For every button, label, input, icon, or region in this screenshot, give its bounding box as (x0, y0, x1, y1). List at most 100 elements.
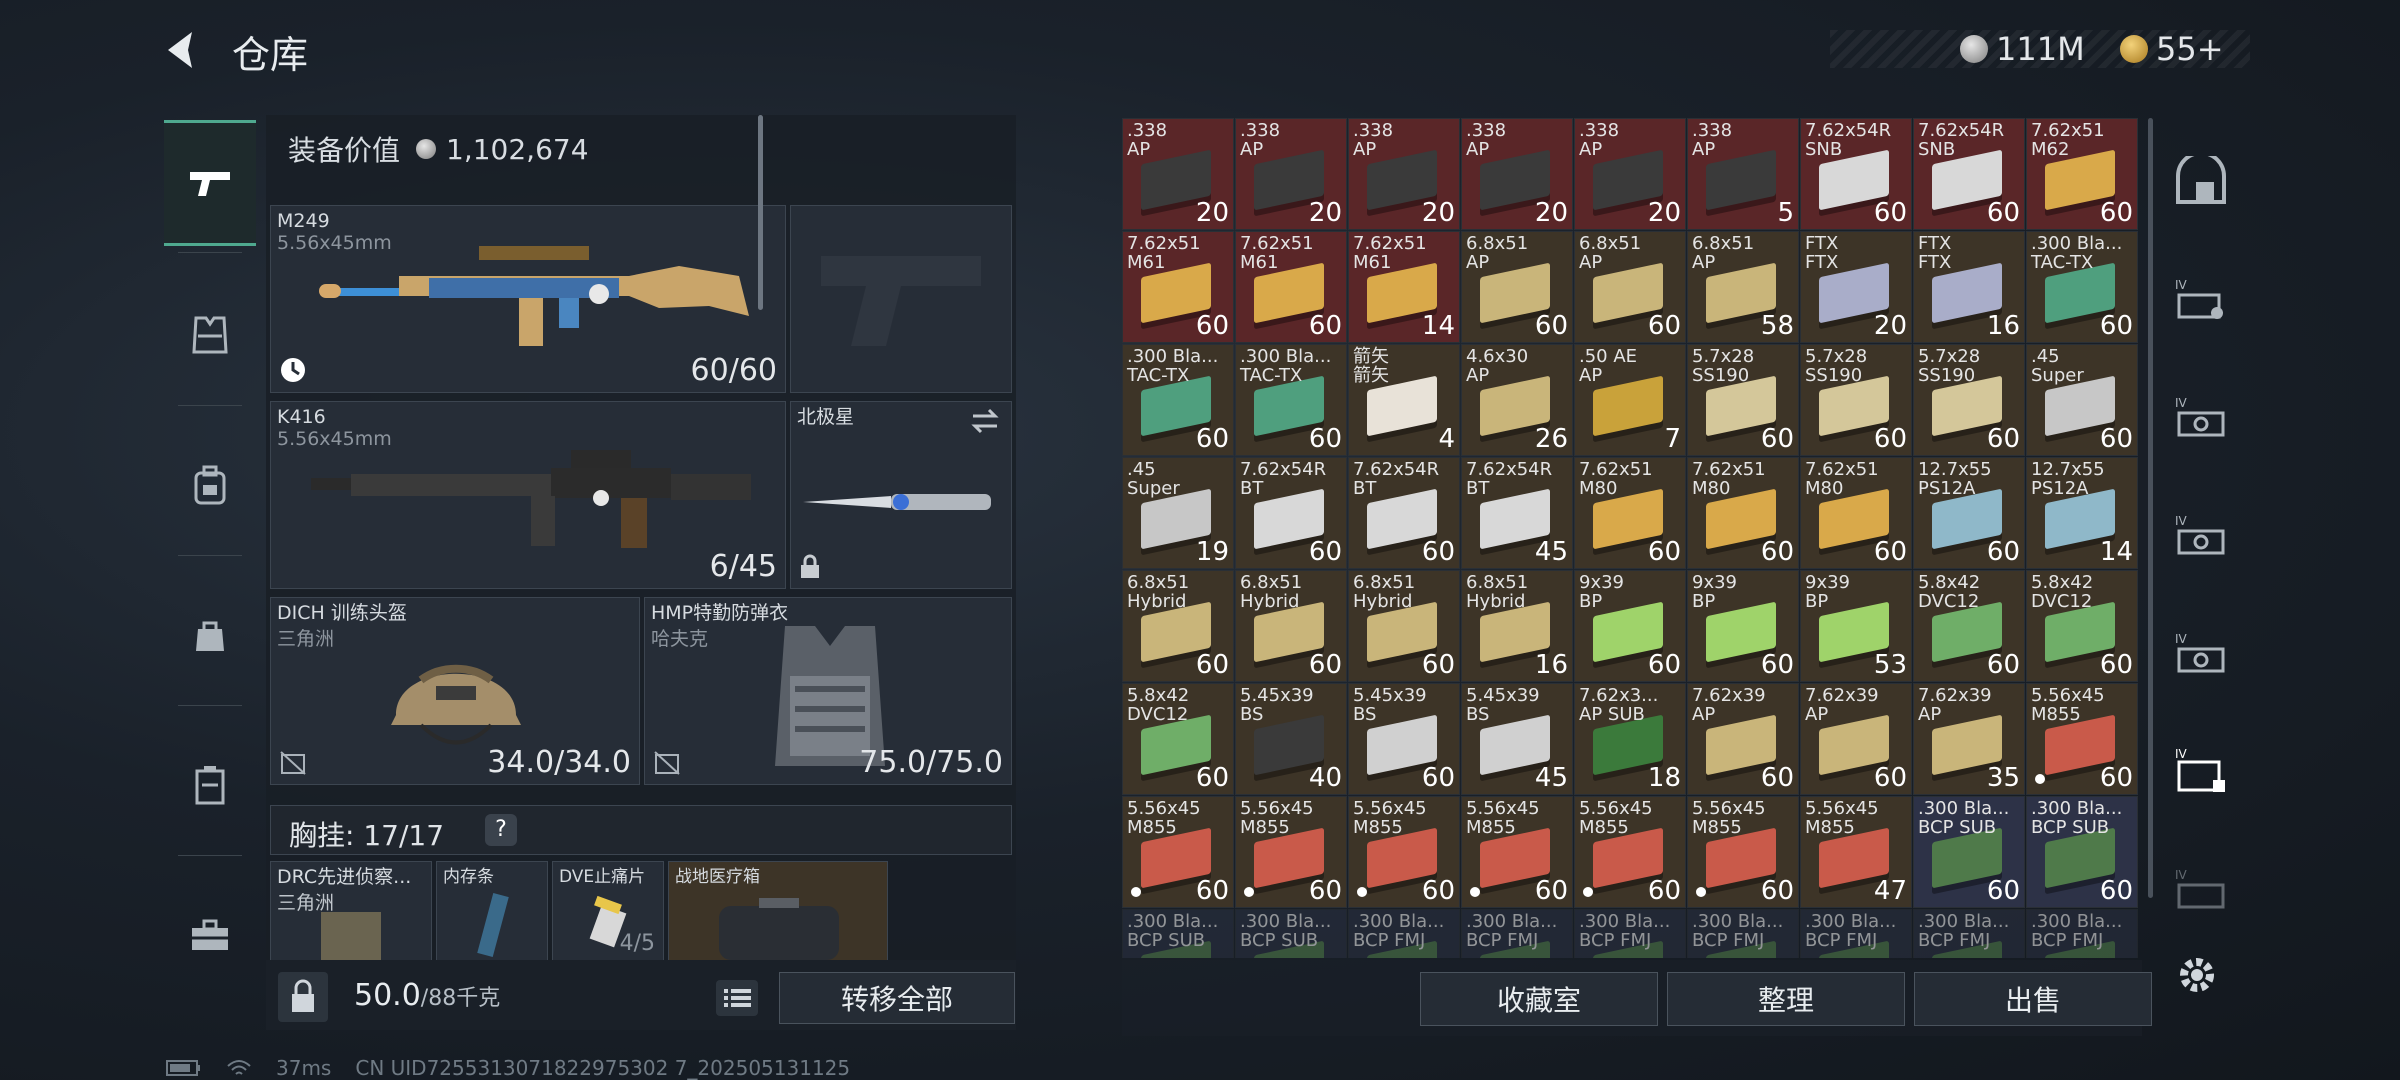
storage-item[interactable]: .338 AP 5 (1687, 118, 1799, 230)
storage-item[interactable]: 5.56x45 M855 60 (1235, 796, 1347, 908)
storage-item[interactable]: FTX FTX 16 (1913, 231, 2025, 343)
collection-room-button[interactable]: 收藏室 (1420, 972, 1658, 1026)
chest-item-medkit[interactable]: 战地医疗箱 (668, 861, 888, 961)
storage-item[interactable]: .300 Bla... TAC-TX 60 (2026, 231, 2138, 343)
helmet-slot[interactable]: DICH 训练头盔 三角洲 34.0/34.0 (270, 597, 640, 785)
secondary-weapon-slot[interactable]: K416 5.56x45mm 6/45 (270, 401, 786, 589)
storage-item[interactable]: 9x39 BP 53 (1800, 570, 1912, 682)
nav-chest-rig[interactable] (164, 275, 256, 395)
storage-item[interactable]: .300 Bla... TAC-TX 60 (1122, 344, 1234, 456)
storage-item[interactable]: 5.56x45 M855 60 (1574, 796, 1686, 908)
nav-backpack[interactable] (164, 425, 256, 545)
storage-item[interactable]: 6.8x51 Hybrid 16 (1461, 570, 1573, 682)
storage-scrollbar[interactable] (2148, 118, 2153, 898)
armor-slot[interactable]: HMP特勤防弹衣 哈夫克 75.0/75.0 (644, 597, 1012, 785)
chest-item-memory[interactable]: 内存条 (436, 861, 548, 961)
storage-item[interactable]: 9x39 BP 60 (1574, 570, 1686, 682)
help-icon[interactable]: ? (485, 814, 517, 846)
storage-item[interactable]: 7.62x51 M62 60 (2026, 118, 2138, 230)
storage-item[interactable]: 5.8x42 DVC12 60 (1913, 570, 2025, 682)
equipment-scrollbar[interactable] (758, 115, 763, 310)
storage-item[interactable]: 5.45x39 BS 60 (1348, 683, 1460, 795)
storage-item[interactable]: .338 AP 20 (1574, 118, 1686, 230)
storage-item[interactable]: 7.62x51 M61 14 (1348, 231, 1460, 343)
storage-item[interactable]: 7.62x3... AP SUB 18 (1574, 683, 1686, 795)
chest-item-painkiller[interactable]: DVE止痛片 4/5 (552, 861, 664, 961)
storage-item[interactable]: 5.56x45 M855 47 (1800, 796, 1912, 908)
storage-item[interactable]: 5.56x45 M855 60 (2026, 683, 2138, 795)
storage-item[interactable]: 5.45x39 BS 40 (1235, 683, 1347, 795)
storage-item[interactable]: .300 Bla... BCP SUB (1122, 909, 1234, 958)
storage-item[interactable]: .300 Bla... BCP FMJ (1461, 909, 1573, 958)
storage-item[interactable]: 7.62x39 AP 60 (1800, 683, 1912, 795)
storage-item[interactable]: 6.8x51 Hybrid 60 (1235, 570, 1347, 682)
nav-storage-1[interactable]: IV (2168, 266, 2234, 332)
nav-storage-6[interactable]: IV (2168, 856, 2234, 922)
storage-item[interactable]: 箭矢 箭矢 4 (1348, 344, 1460, 456)
storage-item[interactable]: 9x39 BP 60 (1687, 570, 1799, 682)
storage-item[interactable]: .300 Bla... BCP FMJ (1687, 909, 1799, 958)
nav-storage-4[interactable]: IV (2168, 620, 2234, 686)
storage-item[interactable]: 6.8x51 AP 60 (1461, 231, 1573, 343)
storage-item[interactable]: 7.62x54R SNB 60 (1800, 118, 1912, 230)
primary-weapon-slot[interactable]: M249 5.56x45mm 60/60 (270, 205, 786, 393)
storage-item[interactable]: .50 AE AP 7 (1574, 344, 1686, 456)
storage-item[interactable]: 7.62x39 AP 60 (1687, 683, 1799, 795)
storage-item[interactable]: 5.56x45 M855 60 (1461, 796, 1573, 908)
nav-safe-box[interactable] (2168, 148, 2234, 214)
storage-item[interactable]: .300 Bla... BCP FMJ (1348, 909, 1460, 958)
storage-item[interactable]: .300 Bla... BCP FMJ (1913, 909, 2025, 958)
storage-item[interactable]: 4.6x30 AP 26 (1461, 344, 1573, 456)
nav-weapons[interactable] (164, 120, 256, 246)
storage-item[interactable]: 6.8x51 AP 60 (1574, 231, 1686, 343)
back-button[interactable] (160, 28, 204, 72)
storage-item[interactable]: .300 Bla... BCP SUB 60 (1913, 796, 2025, 908)
storage-item[interactable]: 5.56x45 M855 60 (1348, 796, 1460, 908)
storage-item[interactable]: 7.62x51 M61 60 (1122, 231, 1234, 343)
storage-item[interactable]: .300 Bla... BCP FMJ (1800, 909, 1912, 958)
melee-slot[interactable]: 北极星 (790, 401, 1012, 589)
storage-item[interactable]: .45 Super 19 (1122, 457, 1234, 569)
storage-item[interactable]: 7.62x54R BT 60 (1348, 457, 1460, 569)
sell-button[interactable]: 出售 (1914, 972, 2152, 1026)
storage-item[interactable]: 12.7x55 PS12A 14 (2026, 457, 2138, 569)
storage-item[interactable]: .300 Bla... BCP SUB (1235, 909, 1347, 958)
nav-storage-2[interactable]: IV (2168, 384, 2234, 450)
pistol-slot[interactable] (790, 205, 1012, 393)
nav-storage-5[interactable]: IV (2168, 738, 2234, 804)
nav-bag[interactable] (164, 575, 256, 695)
storage-item[interactable]: .45 Super 60 (2026, 344, 2138, 456)
storage-item[interactable]: .300 Bla... BCP SUB 60 (2026, 796, 2138, 908)
storage-item[interactable]: 5.7x28 SS190 60 (1913, 344, 2025, 456)
lock-button[interactable] (278, 972, 328, 1022)
storage-item[interactable]: 5.45x39 BS 45 (1461, 683, 1573, 795)
storage-item[interactable]: 5.8x42 DVC12 60 (2026, 570, 2138, 682)
settings-button[interactable] (2172, 950, 2222, 1000)
storage-item[interactable]: 7.62x51 M80 60 (1687, 457, 1799, 569)
storage-item[interactable]: .300 Bla... TAC-TX 60 (1235, 344, 1347, 456)
nav-storage-3[interactable]: IV (2168, 502, 2234, 568)
list-view-button[interactable] (716, 980, 758, 1016)
storage-item[interactable]: FTX FTX 20 (1800, 231, 1912, 343)
storage-item[interactable]: 5.56x45 M855 60 (1122, 796, 1234, 908)
storage-item[interactable]: 5.7x28 SS190 60 (1800, 344, 1912, 456)
organize-button[interactable]: 整理 (1667, 972, 1905, 1026)
storage-item[interactable]: 7.62x39 AP 35 (1913, 683, 2025, 795)
storage-item[interactable]: 7.62x54R BT 60 (1235, 457, 1347, 569)
storage-item[interactable]: 6.8x51 AP 58 (1687, 231, 1799, 343)
storage-item[interactable]: .338 AP 20 (1122, 118, 1234, 230)
storage-item[interactable]: .338 AP 20 (1461, 118, 1573, 230)
storage-item[interactable]: 6.8x51 Hybrid 60 (1348, 570, 1460, 682)
storage-item[interactable]: 5.56x45 M855 60 (1687, 796, 1799, 908)
nav-toolbox[interactable] (164, 875, 256, 995)
storage-item[interactable]: 7.62x51 M61 60 (1235, 231, 1347, 343)
storage-item[interactable]: 12.7x55 PS12A 60 (1913, 457, 2025, 569)
storage-item[interactable]: 7.62x51 M80 60 (1800, 457, 1912, 569)
storage-item[interactable]: 5.7x28 SS190 60 (1687, 344, 1799, 456)
storage-item[interactable]: 7.62x54R BT 45 (1461, 457, 1573, 569)
storage-item[interactable]: .300 Bla... BCP FMJ (1574, 909, 1686, 958)
gold-currency[interactable]: 55+ (2120, 30, 2224, 68)
swap-icon[interactable] (969, 408, 1001, 434)
chest-item-drc[interactable]: DRC先进侦察... 三角洲 (270, 861, 432, 962)
storage-item[interactable]: 7.62x54R SNB 60 (1913, 118, 2025, 230)
